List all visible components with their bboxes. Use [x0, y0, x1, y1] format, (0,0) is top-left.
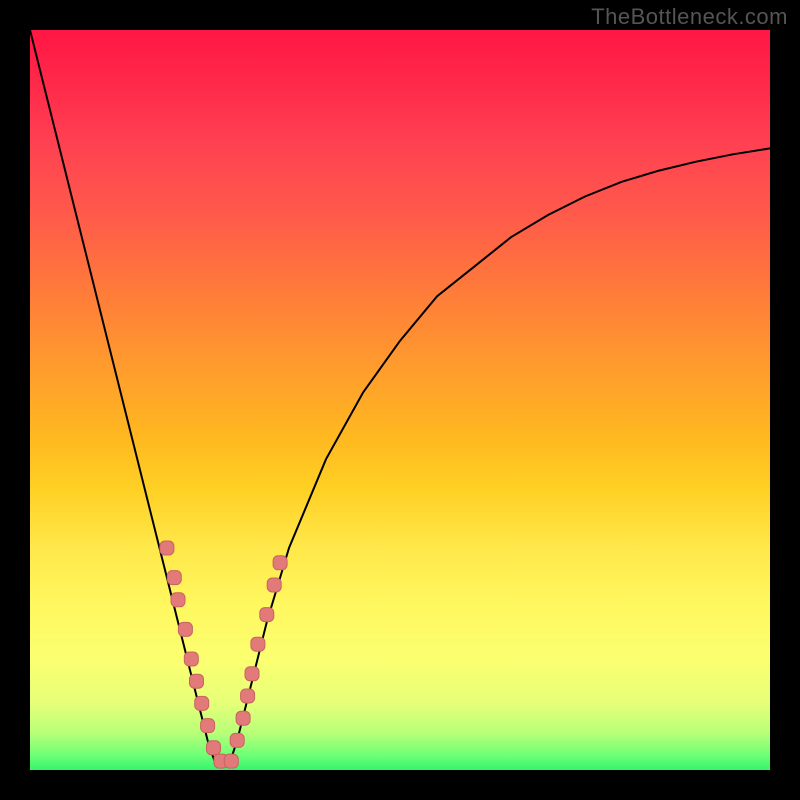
curve-marker [190, 674, 204, 688]
curve-marker [160, 541, 174, 555]
plot-area [30, 30, 770, 770]
curve-marker [195, 696, 209, 710]
curve-marker [167, 571, 181, 585]
curve-marker [267, 578, 281, 592]
bottleneck-curve [30, 30, 770, 770]
curve-marker [273, 556, 287, 570]
curve-marker [245, 667, 259, 681]
curve-marker [251, 637, 265, 651]
curve-marker [171, 593, 185, 607]
chart-frame: TheBottleneck.com [0, 0, 800, 800]
curve-marker [236, 711, 250, 725]
curve-marker [224, 754, 238, 768]
watermark: TheBottleneck.com [591, 4, 788, 30]
curve-marker [241, 689, 255, 703]
curve-marker [184, 652, 198, 666]
curve-marker [178, 622, 192, 636]
curve-marker [230, 733, 244, 747]
curve-marker [260, 608, 274, 622]
curve-marker [207, 741, 221, 755]
curve-marker [201, 719, 215, 733]
